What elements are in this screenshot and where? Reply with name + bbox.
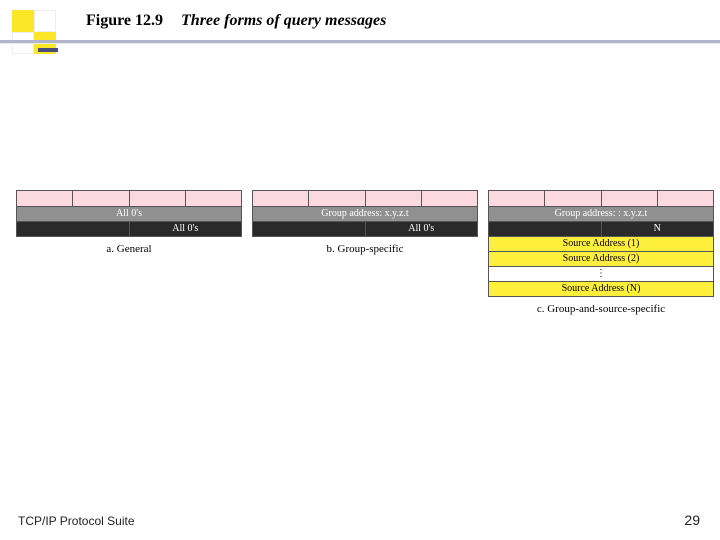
packet-general: All 0's All 0's xyxy=(16,190,242,237)
diagram-row: All 0's All 0's a. General Group address… xyxy=(16,190,714,315)
group-specific-n-field: All 0's xyxy=(366,222,478,236)
title-underline-accent xyxy=(38,48,58,52)
gss-source-1: Source Address (1) xyxy=(489,237,713,251)
gss-source-2: Source Address (2) xyxy=(489,252,713,266)
caption-group-specific: b. Group-specific xyxy=(327,243,404,255)
caption-group-source-specific: c. Group-and-source-specific xyxy=(537,303,665,315)
packet-group-specific: Group address: x.y.z.t All 0's xyxy=(252,190,478,237)
diagram-group-source-specific: Group address: : x.y.z.t N Source Addres… xyxy=(488,190,714,315)
gss-source-n: Source Address (N) xyxy=(489,282,713,296)
group-specific-group-field: Group address: x.y.z.t xyxy=(253,207,477,221)
footer-source: TCP/IP Protocol Suite xyxy=(18,514,135,528)
gss-n-field: N xyxy=(602,222,714,236)
gss-ellipsis: ⋮ xyxy=(489,267,713,281)
figure-title: Figure 12.9 Three forms of query message… xyxy=(86,12,386,30)
diagram-group-specific: Group address: x.y.z.t All 0's b. Group-… xyxy=(252,190,478,255)
caption-general: a. General xyxy=(106,243,151,255)
title-underline xyxy=(0,40,720,43)
figure-number: Figure 12.9 xyxy=(86,12,163,29)
figure-caption: Three forms of query messages xyxy=(181,12,386,29)
gss-group-field: Group address: : x.y.z.t xyxy=(489,207,713,221)
diagram-general: All 0's All 0's a. General xyxy=(16,190,242,255)
page-number: 29 xyxy=(684,512,700,528)
packet-group-source-specific: Group address: : x.y.z.t N Source Addres… xyxy=(488,190,714,297)
general-n-field: All 0's xyxy=(130,222,242,236)
general-group-field: All 0's xyxy=(17,207,241,221)
